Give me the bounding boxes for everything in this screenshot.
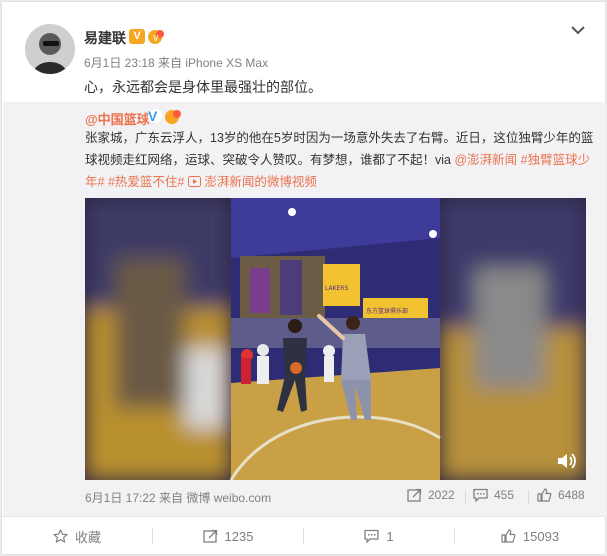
banner-text: LAKERS bbox=[325, 285, 348, 292]
basketball bbox=[290, 362, 302, 374]
video-link-icon bbox=[187, 176, 201, 187]
repost-meta: 6月1日 17:22 来自 微博 weibo.com bbox=[85, 491, 272, 505]
post-text: 心，永远都会是身体里最强壮的部位。 bbox=[84, 79, 322, 95]
repost-text: 张家城，广东云浮人，13岁的他在5岁时因为一场意外失去了右臂。近日，这位独臂少年… bbox=[85, 127, 595, 193]
like-count: 15093 bbox=[522, 528, 560, 544]
member-level-icon: V bbox=[148, 30, 164, 44]
comment-count: 1 bbox=[386, 528, 394, 544]
dropdown-caret-icon[interactable] bbox=[570, 24, 586, 36]
video-player[interactable]: LAKERS 东方篮球俱乐部 bbox=[85, 198, 586, 480]
video-link-label: 澎湃新闻的微博视频 bbox=[204, 175, 317, 189]
weibo-card: 易建联 V V 6月1日 23:18 来自 iPhone XS Max 心，永远… bbox=[1, 1, 606, 555]
video-frame: LAKERS 东方篮球俱乐部 bbox=[229, 198, 441, 480]
divider bbox=[465, 490, 466, 504]
repost-comment[interactable]: 455 bbox=[473, 488, 514, 502]
like-button[interactable]: 15093 bbox=[455, 517, 605, 555]
repost-body: 张家城，广东云浮人，13岁的他在5岁时因为一场意外失去了右臂。近日，这位独臂少年… bbox=[85, 131, 594, 167]
repost-forward-count: 2022 bbox=[428, 488, 455, 502]
favorite-icon bbox=[53, 529, 68, 543]
forward-icon bbox=[407, 488, 422, 502]
post-meta: 6月1日 23:18 来自 iPhone XS Max bbox=[84, 56, 269, 70]
like-icon bbox=[537, 488, 552, 502]
forward-count: 1235 bbox=[224, 528, 254, 544]
favorite-label: 收藏 bbox=[74, 529, 101, 545]
via-link[interactable]: @澎湃新闻 bbox=[454, 153, 517, 167]
volume-icon[interactable] bbox=[556, 452, 576, 470]
banner-text: 东方篮球俱乐部 bbox=[366, 307, 408, 315]
favorite-button[interactable]: 收藏 bbox=[2, 517, 152, 555]
repost-username[interactable]: @中国篮球 bbox=[85, 109, 150, 128]
member-level-icon bbox=[165, 110, 181, 124]
comment-icon bbox=[473, 488, 488, 502]
repost-forward[interactable]: 2022 bbox=[407, 488, 455, 502]
svg-text:V: V bbox=[153, 34, 159, 43]
topic-tag[interactable]: #热爱篮不住# bbox=[108, 175, 184, 189]
avatar[interactable] bbox=[25, 24, 75, 74]
repost-like-count: 6488 bbox=[558, 488, 585, 502]
comment-button[interactable]: 1 bbox=[304, 517, 454, 555]
divider bbox=[528, 490, 529, 504]
comment-icon bbox=[364, 529, 380, 543]
verified-badge-icon: V bbox=[129, 29, 145, 44]
repost-like[interactable]: 6488 bbox=[537, 488, 585, 502]
forward-icon bbox=[202, 529, 217, 543]
blue-verified-icon: V bbox=[148, 109, 162, 123]
forward-button[interactable]: 1235 bbox=[153, 517, 303, 555]
repost-comment-count: 455 bbox=[494, 488, 515, 502]
author-name[interactable]: 易建联 bbox=[84, 28, 126, 48]
video-link[interactable]: 澎湃新闻的微博视频 bbox=[187, 175, 317, 189]
like-icon bbox=[501, 529, 516, 543]
action-bar: 收藏 1235 1 15093 bbox=[2, 516, 605, 554]
repost-block: @中国篮球 V 张家城，广东云浮人，13岁的他在5岁时因为一场意外失去了右臂。近… bbox=[3, 102, 606, 517]
